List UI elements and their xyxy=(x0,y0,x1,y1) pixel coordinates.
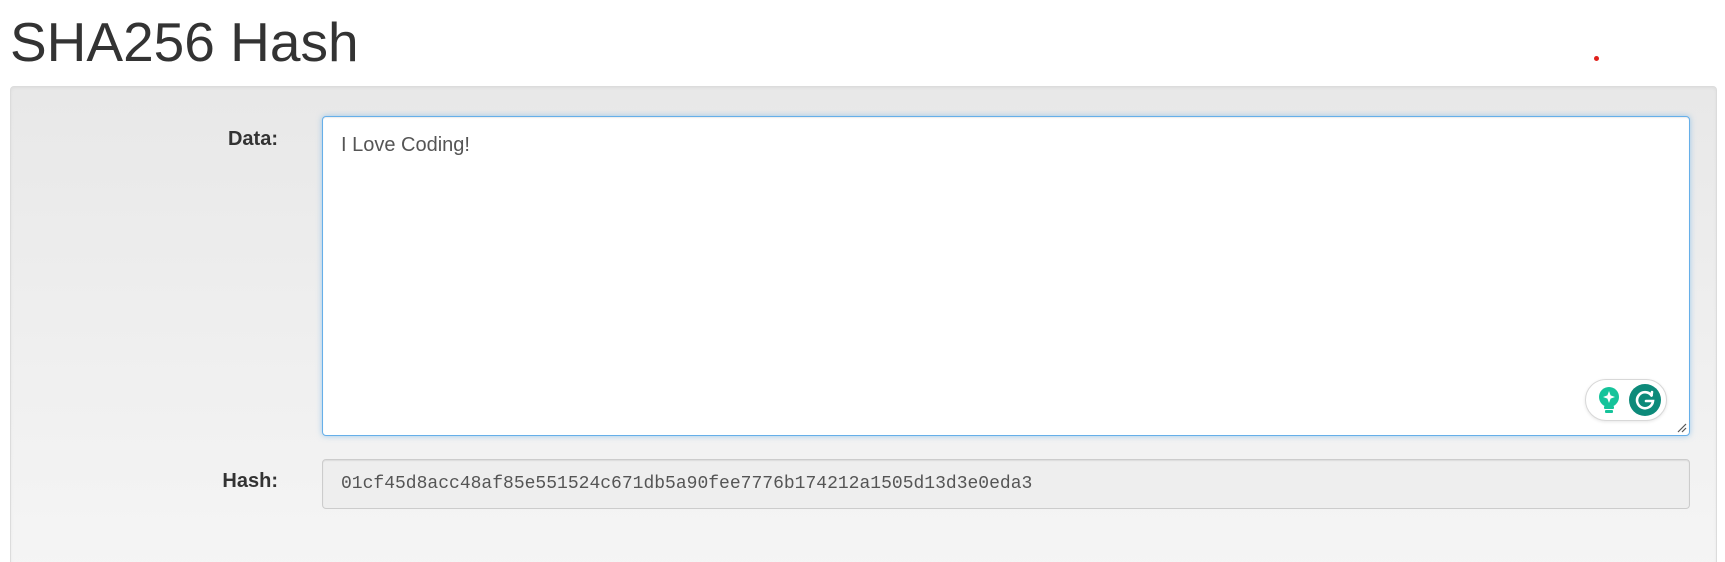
page-title: SHA256 Hash xyxy=(10,11,359,73)
red-indicator-dot xyxy=(1594,56,1599,61)
grammarly-widget[interactable] xyxy=(1585,379,1667,421)
data-textarea[interactable]: I Love Coding! xyxy=(323,117,1689,435)
hash-output-field[interactable]: 01cf45d8acc48af85e551524c671db5a90fee777… xyxy=(322,459,1690,509)
hash-label: Hash: xyxy=(222,470,278,492)
resize-handle-icon[interactable] xyxy=(1675,421,1687,433)
data-label: Data: xyxy=(227,128,278,150)
data-textarea-container: I Love Coding! xyxy=(322,116,1690,436)
grammarly-icon[interactable] xyxy=(1628,383,1662,417)
page: SHA256 Hash Data: I Love Coding! Hash: 0… xyxy=(0,0,1725,562)
lightbulb-icon[interactable] xyxy=(1596,386,1622,414)
